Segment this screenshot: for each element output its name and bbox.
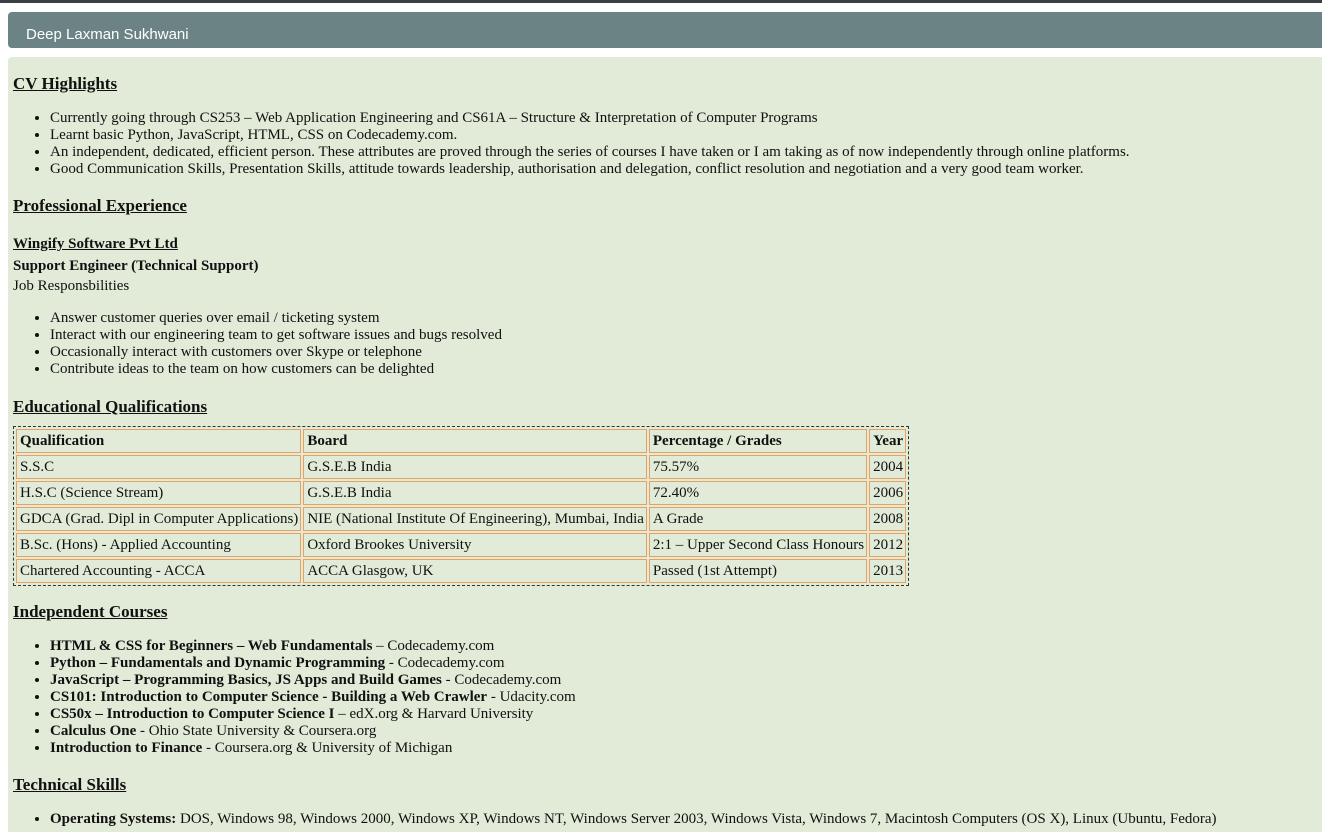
table-cell: 2006 xyxy=(869,481,907,505)
window-top-border xyxy=(0,0,1322,3)
table-cell: G.S.E.B India xyxy=(303,455,647,479)
list-item: JavaScript – Programming Basics, JS Apps… xyxy=(50,672,1322,689)
course-provider: - Coursera.org & University of Michigan xyxy=(202,740,453,756)
table-cell: A Grade xyxy=(648,507,868,531)
list-item: CS50x – Introduction to Computer Science… xyxy=(50,706,1322,723)
table-cell: H.S.C (Science Stream) xyxy=(16,481,302,505)
table-cell: S.S.C xyxy=(16,455,302,479)
list-item: Python – Fundamentals and Dynamic Progra… xyxy=(50,655,1322,672)
page-header-name: Deep Laxman Sukhwani xyxy=(26,26,189,43)
section-title-skills: Technical Skills xyxy=(13,775,127,794)
table-cell: 2:1 – Upper Second Class Honours xyxy=(648,533,868,557)
course-provider: – edX.org & Harvard University xyxy=(334,706,534,722)
cv-highlights-list: Currently going through CS253 – Web Appl… xyxy=(13,110,1322,178)
list-item: Calculus One - Ohio State University & C… xyxy=(50,723,1322,740)
table-cell: GDCA (Grad. Dipl in Computer Application… xyxy=(16,507,302,531)
table-row: GDCA (Grad. Dipl in Computer Application… xyxy=(16,507,907,531)
skills-list: Operating Systems: DOS, Windows 98, Wind… xyxy=(13,811,1322,828)
section-title-courses: Independent Courses xyxy=(13,602,168,621)
list-item: Good Communication Skills, Presentation … xyxy=(50,161,1322,178)
courses-list: HTML & CSS for Beginners – Web Fundament… xyxy=(13,638,1322,757)
course-provider: - Codecademy.com xyxy=(385,655,505,671)
course-name: Calculus One xyxy=(50,723,137,739)
column-header: Percentage / Grades xyxy=(648,429,868,453)
section-title-education: Educational Qualifications xyxy=(13,397,208,416)
list-item: Answer customer queries over email / tic… xyxy=(50,310,1322,327)
table-row: B.Sc. (Hons) - Applied Accounting Oxford… xyxy=(16,533,907,557)
table-cell: 2004 xyxy=(869,455,907,479)
skill-value: DOS, Windows 98, Windows 2000, Windows X… xyxy=(176,811,1217,827)
course-name: HTML & CSS for Beginners – Web Fundament… xyxy=(50,638,373,654)
list-item: Currently going through CS253 – Web Appl… xyxy=(50,110,1322,127)
list-item: An independent, dedicated, efficient per… xyxy=(50,144,1322,161)
section-title-experience: Professional Experience xyxy=(13,196,187,215)
column-header: Qualification xyxy=(16,429,302,453)
table-cell: 2012 xyxy=(869,533,907,557)
table-cell: ACCA Glasgow, UK xyxy=(303,559,647,583)
column-header: Board xyxy=(303,429,647,453)
list-item: Interact with our engineering team to ge… xyxy=(50,327,1322,344)
company-name: Wingify Software Pvt Ltd xyxy=(13,236,178,252)
table-cell: Chartered Accounting - ACCA xyxy=(16,559,302,583)
list-item: Introduction to Finance - Coursera.org &… xyxy=(50,740,1322,757)
table-cell: B.Sc. (Hons) - Applied Accounting xyxy=(16,533,302,557)
education-table: Qualification Board Percentage / Grades … xyxy=(13,426,910,586)
table-row: Chartered Accounting - ACCA ACCA Glasgow… xyxy=(16,559,907,583)
course-name: Python – Fundamentals and Dynamic Progra… xyxy=(50,655,386,671)
table-cell: Passed (1st Attempt) xyxy=(648,559,868,583)
course-name: JavaScript – Programming Basics, JS Apps… xyxy=(50,672,442,688)
table-header-row: Qualification Board Percentage / Grades … xyxy=(16,429,907,453)
course-name: CS50x – Introduction to Computer Science… xyxy=(50,706,335,722)
course-provider: - Udacity.com xyxy=(487,689,576,705)
table-cell: 2008 xyxy=(869,507,907,531)
cv-content: CV Highlights Currently going through CS… xyxy=(8,57,1322,832)
job-responsibilities-label: Job Responsbilities xyxy=(13,278,130,294)
table-row: H.S.C (Science Stream) G.S.E.B India 72.… xyxy=(16,481,907,505)
table-cell: NIE (National Institute Of Engineering),… xyxy=(303,507,647,531)
course-name: Introduction to Finance xyxy=(50,740,203,756)
column-header: Year xyxy=(869,429,907,453)
section-title-cv-highlights: CV Highlights xyxy=(13,74,118,93)
table-cell: 2013 xyxy=(869,559,907,583)
course-provider: – Codecademy.com xyxy=(372,638,495,654)
table-cell: Oxford Brookes University xyxy=(303,533,647,557)
responsibilities-list: Answer customer queries over email / tic… xyxy=(13,310,1322,378)
list-item: Learnt basic Python, JavaScript, HTML, C… xyxy=(50,127,1322,144)
course-provider: - Codecademy.com xyxy=(441,672,562,688)
table-cell: G.S.E.B India xyxy=(303,481,647,505)
page-header: Deep Laxman Sukhwani xyxy=(8,12,1322,48)
skill-name: Operating Systems: xyxy=(50,811,177,827)
list-item: Contribute ideas to the team on how cust… xyxy=(50,361,1322,378)
list-item: CS101: Introduction to Computer Science … xyxy=(50,689,1322,706)
list-item: HTML & CSS for Beginners – Web Fundament… xyxy=(50,638,1322,655)
table-row: S.S.C G.S.E.B India 75.57% 2004 xyxy=(16,455,907,479)
course-provider: - Ohio State University & Coursera.org xyxy=(136,723,377,739)
job-title: Support Engineer (Technical Support) xyxy=(13,258,259,274)
list-item: Operating Systems: DOS, Windows 98, Wind… xyxy=(50,811,1322,828)
table-cell: 72.40% xyxy=(648,481,868,505)
table-cell: 75.57% xyxy=(648,455,868,479)
list-item: Occasionally interact with customers ove… xyxy=(50,344,1322,361)
course-name: CS101: Introduction to Computer Science … xyxy=(50,689,488,705)
